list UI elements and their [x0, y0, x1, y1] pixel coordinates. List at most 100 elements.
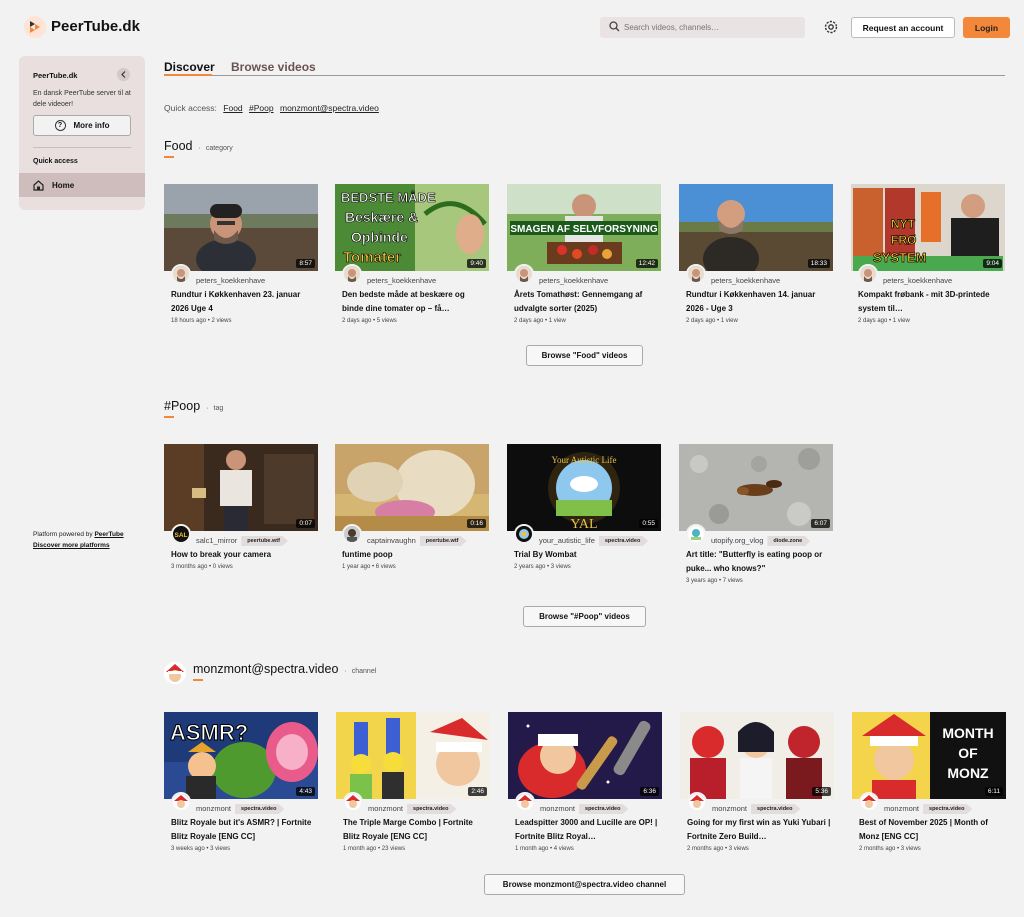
section-title[interactable]: #Poop: [164, 399, 200, 418]
channel-avatar[interactable]: [686, 524, 706, 544]
video-duration: 5:36: [812, 787, 831, 796]
login-button[interactable]: Login: [963, 17, 1010, 38]
video-thumbnail[interactable]: 2:46: [336, 712, 490, 799]
video-thumbnail[interactable]: Your Autistic Life YAL 0:55: [507, 444, 661, 531]
channel-avatar[interactable]: [858, 264, 878, 284]
gear-icon[interactable]: [823, 19, 839, 35]
browse-food-button[interactable]: Browse "Food" videos: [526, 345, 643, 366]
home-icon: [33, 179, 44, 191]
video-thumbnail[interactable]: 0:16: [335, 444, 489, 531]
video-title[interactable]: Kompakt frøbank - mit 3D-printede system…: [858, 288, 1003, 316]
peertube-logo-icon[interactable]: [24, 16, 46, 38]
video-title[interactable]: Den bedste måde at beskære og binde dine…: [342, 288, 487, 316]
browse-poop-button[interactable]: Browse "#Poop" videos: [523, 606, 646, 627]
video-title[interactable]: How to break your camera: [171, 548, 316, 562]
avatar-text: SAL: [175, 532, 188, 539]
chevron-left-icon: [121, 71, 126, 78]
channel-name[interactable]: monzmont spectra.video: [368, 804, 457, 815]
channel-name-label: monzmont: [540, 804, 576, 813]
channel-name[interactable]: salc1_mirror peertube.wtf: [196, 536, 288, 547]
video-thumbnail[interactable]: 18:33: [679, 184, 833, 271]
site-name[interactable]: PeerTube.dk: [51, 18, 140, 35]
video-title[interactable]: funtime poop: [342, 548, 487, 562]
thumb-text: MONZ: [947, 765, 989, 781]
video-thumbnail[interactable]: 0:07: [164, 444, 318, 531]
channel-avatar[interactable]: [515, 792, 535, 812]
search-input[interactable]: [624, 19, 799, 36]
channel-name-label: monzmont: [712, 804, 748, 813]
video-duration: 8:57: [296, 259, 315, 268]
channel-name[interactable]: monzmont spectra.video: [712, 804, 801, 815]
video-title[interactable]: Best of November 2025 | Month of Monz [E…: [859, 816, 1004, 844]
video-title[interactable]: Rundtur i Køkkenhaven 23. januar 2026 Ug…: [171, 288, 316, 316]
host-badge: spectra.video: [598, 536, 649, 547]
host-badge: spectra.video: [923, 804, 973, 815]
channel-avatar[interactable]: [342, 524, 362, 544]
channel-name[interactable]: peters_koekkenhave: [367, 276, 436, 285]
section-title[interactable]: Food: [164, 139, 193, 158]
sidebar-item-home[interactable]: Home: [19, 173, 145, 197]
video-title[interactable]: Trial By Wombat: [514, 548, 659, 562]
tab-discover[interactable]: Discover: [164, 60, 215, 76]
search-bar[interactable]: [600, 17, 805, 38]
section-title[interactable]: monzmont@spectra.video: [193, 662, 338, 681]
video-duration: 0:16: [467, 519, 486, 528]
video-thumbnail[interactable]: 6:07: [679, 444, 833, 531]
video-thumbnail[interactable]: ASMR? 4:43: [164, 712, 318, 799]
channel-name[interactable]: your_autistic_life spectra.video: [539, 536, 649, 547]
video-thumbnail[interactable]: MONTH OF MONZ 6:11: [852, 712, 1006, 799]
sidebar-description: En dansk PeerTube server til at dele vid…: [33, 90, 131, 108]
video-thumbnail[interactable]: 6:36: [508, 712, 662, 799]
video-duration: 6:36: [640, 787, 659, 796]
video-thumbnail[interactable]: 5:36: [680, 712, 834, 799]
thumb-text: SMAGEN AF SELVFORSYNING: [510, 224, 657, 235]
video-thumbnail[interactable]: 8:57: [164, 184, 318, 271]
video-title[interactable]: The Triple Marge Combo | Fortnite Blitz …: [343, 816, 488, 844]
video-meta: 1 month ago • 4 views: [515, 846, 574, 852]
video-title[interactable]: Leadspitter 3000 and Lucille are OP! | F…: [515, 816, 660, 844]
channel-avatar[interactable]: [171, 792, 191, 812]
channel-avatar[interactable]: SAL: [171, 524, 191, 544]
channel-name[interactable]: peters_koekkenhave: [539, 276, 608, 285]
channel-name[interactable]: monzmont spectra.video: [196, 804, 285, 815]
channel-avatar[interactable]: [686, 264, 706, 284]
video-thumbnail[interactable]: BEDSTE MÅDE Beskære & Opbinde Tomater 9:…: [335, 184, 489, 271]
section-header-poop: #Poop tag: [164, 399, 223, 418]
channel-avatar[interactable]: [343, 792, 363, 812]
video-title[interactable]: Rundtur i Køkkenhaven 14. januar 2026 - …: [686, 288, 831, 316]
video-duration: 9:04: [983, 259, 1002, 268]
video-title[interactable]: Årets Tomathøst: Gennemgang af udvalgte …: [514, 288, 659, 316]
peertube-link[interactable]: PeerTube: [94, 531, 123, 538]
channel-avatar[interactable]: [171, 264, 191, 284]
video-thumbnail[interactable]: SMAGEN AF SELVFORSYNING 12:42: [507, 184, 661, 271]
channel-name[interactable]: peters_koekkenhave: [883, 276, 952, 285]
browse-channel-button[interactable]: Browse monzmont@spectra.video channel: [484, 874, 685, 895]
channel-avatar[interactable]: [859, 792, 879, 812]
thumb-text: MONTH: [942, 725, 993, 741]
channel-avatar[interactable]: [514, 264, 534, 284]
quick-link-food[interactable]: Food: [223, 103, 242, 113]
channel-name[interactable]: monzmont spectra.video: [540, 804, 629, 815]
request-account-button[interactable]: Request an account: [851, 17, 955, 38]
video-thumbnail[interactable]: NYT FRØ SYSTEM 9:04: [851, 184, 1005, 271]
quick-link-monzmont[interactable]: monzmont@spectra.video: [280, 103, 379, 113]
channel-avatar[interactable]: [514, 524, 534, 544]
channel-name[interactable]: utopify.org_vlog diode.zone: [711, 536, 811, 547]
video-title[interactable]: Going for my first win as Yuki Yubari | …: [687, 816, 832, 844]
sidebar-quick-access-heading: Quick access: [33, 158, 78, 165]
more-info-button[interactable]: ? More info: [33, 115, 131, 136]
tab-browse-videos[interactable]: Browse videos: [231, 60, 316, 74]
channel-name[interactable]: monzmont spectra.video: [884, 804, 973, 815]
quick-link-poop[interactable]: #Poop: [249, 103, 274, 113]
channel-name-label: utopify.org_vlog: [711, 536, 764, 545]
discover-platforms-link[interactable]: Discover more platforms: [33, 542, 110, 549]
channel-name[interactable]: captainvaughn peertube.wtf: [367, 536, 467, 547]
channel-avatar[interactable]: [687, 792, 707, 812]
channel-avatar[interactable]: [342, 264, 362, 284]
video-title[interactable]: Art title: "Butterfly is eating poop or …: [686, 548, 831, 576]
channel-avatar[interactable]: [164, 662, 186, 684]
video-title[interactable]: Blitz Royale but it's ASMR? | Fortnite B…: [171, 816, 316, 844]
channel-name[interactable]: peters_koekkenhave: [711, 276, 780, 285]
collapse-sidebar-button[interactable]: [117, 68, 130, 81]
channel-name[interactable]: peters_koekkenhave: [196, 276, 265, 285]
